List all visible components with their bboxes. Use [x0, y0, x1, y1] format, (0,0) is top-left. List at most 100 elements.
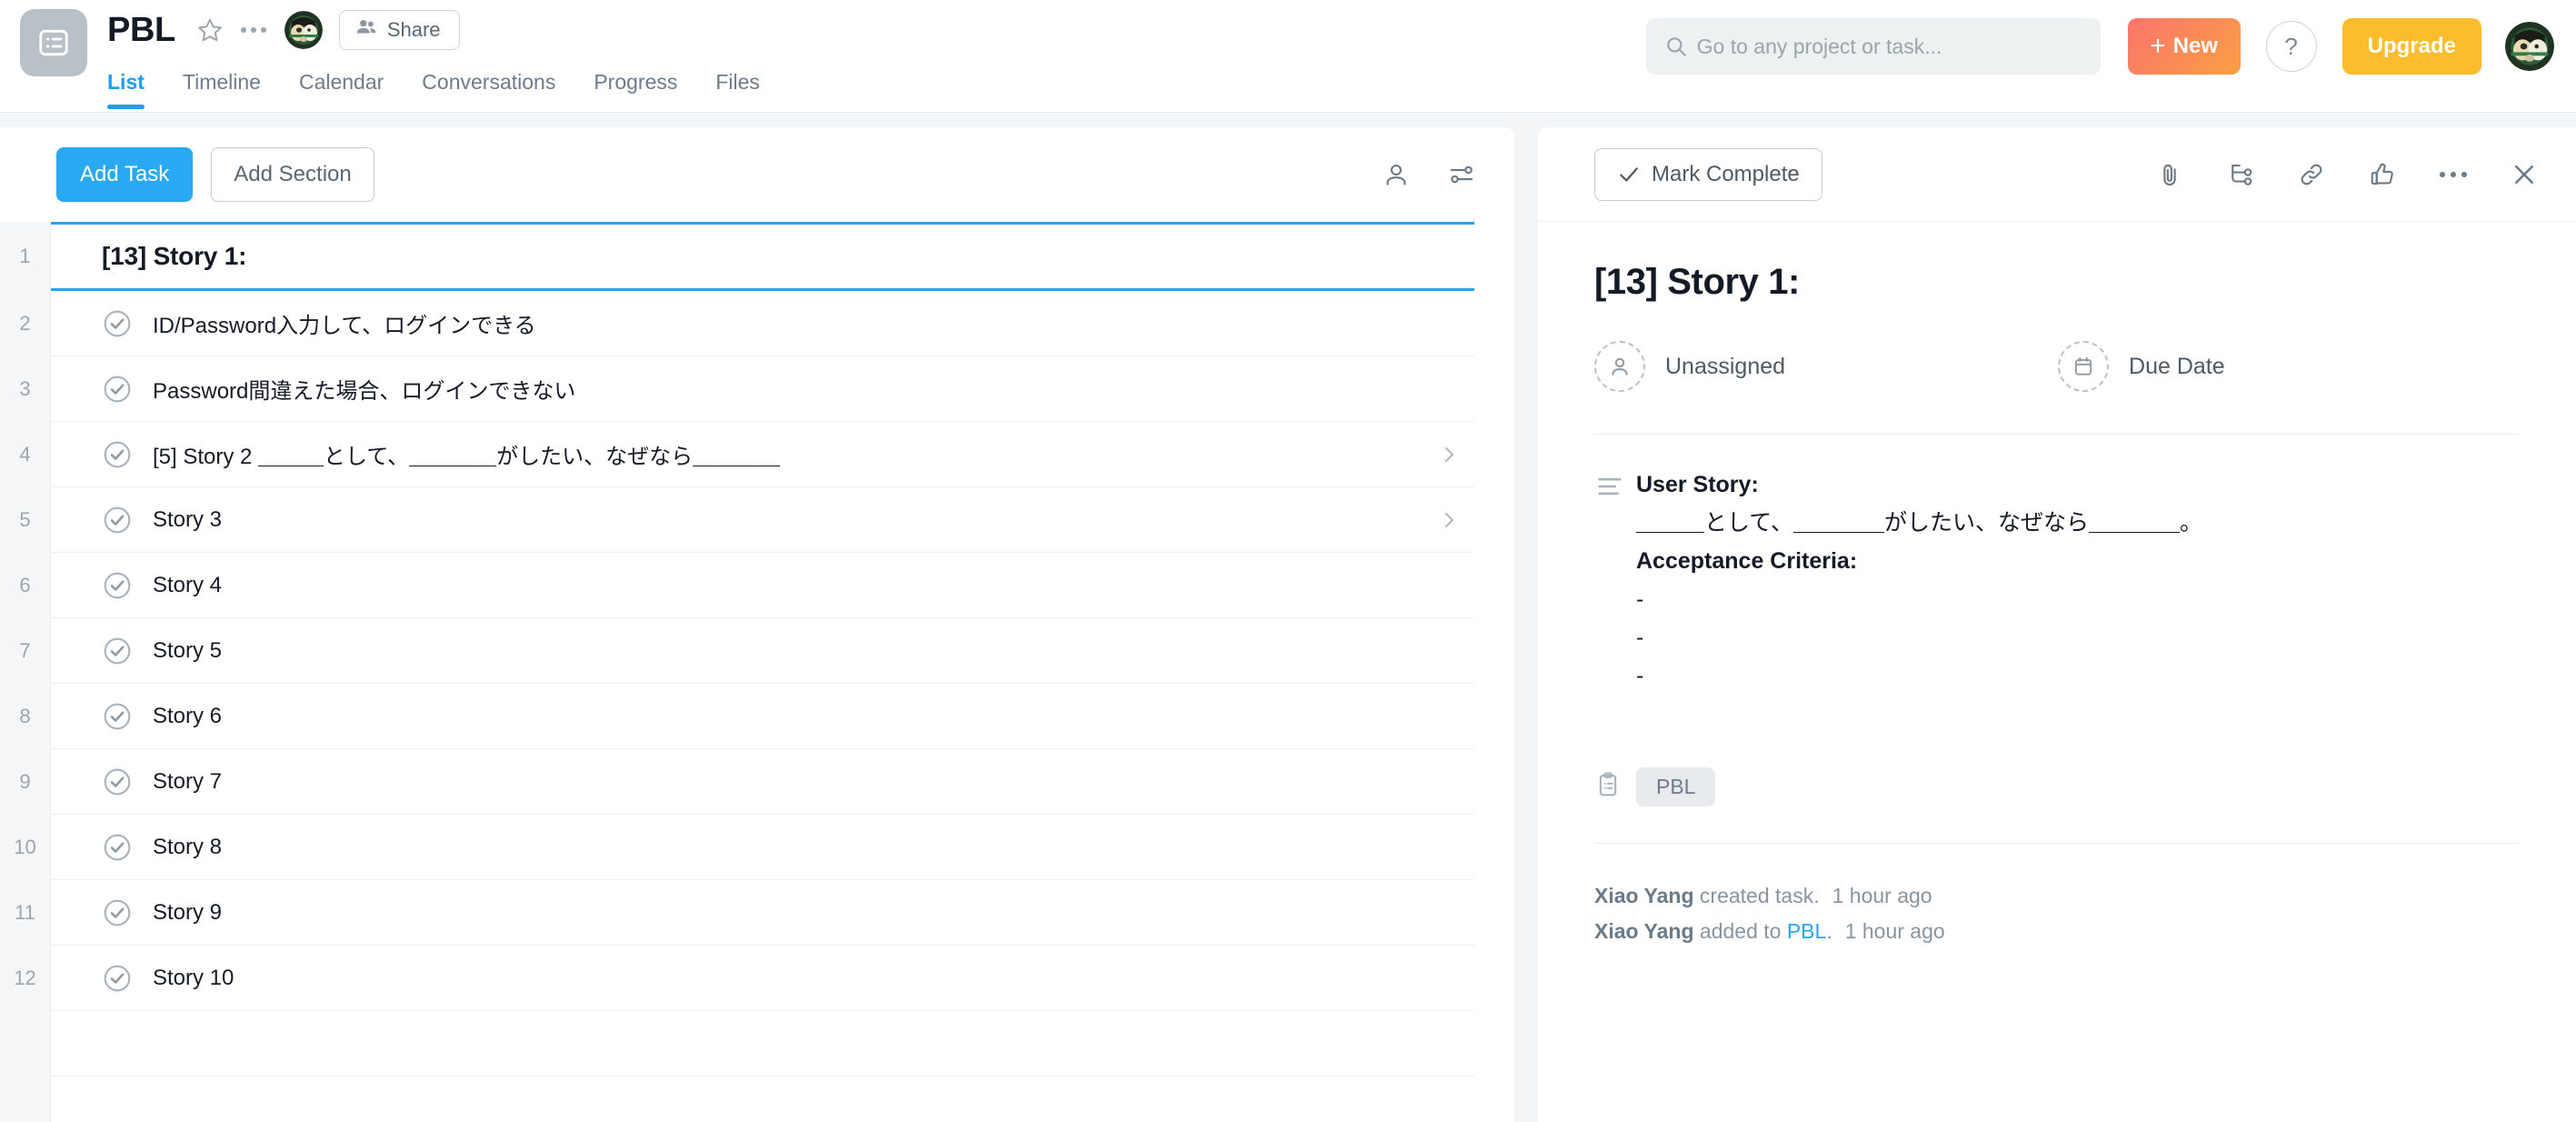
upgrade-button[interactable]: Upgrade — [2341, 18, 2481, 75]
row-number — [0, 1077, 51, 1122]
table-row[interactable]: 6 Story 4 — [0, 553, 1514, 618]
task-name: Story 9 — [153, 899, 223, 925]
search-input[interactable] — [1696, 34, 2101, 59]
row-number: 7 — [0, 618, 51, 684]
ellipsis-icon[interactable] — [235, 12, 272, 48]
activity-tail: . — [1826, 918, 1832, 943]
row-number — [0, 1011, 51, 1077]
detail-body: [13] Story 1: Unassigned Due Date User S… — [1538, 222, 2576, 948]
main-area: Add Task Add Section 1 [13] Story 1: 2 I… — [0, 113, 2576, 1122]
new-button[interactable]: + New — [2127, 18, 2241, 75]
row-number: 10 — [0, 815, 51, 880]
tab-progress[interactable]: Progress — [594, 70, 677, 109]
activity-item: Xiao Yang created task. 1 hour ago — [1594, 878, 2520, 914]
share-button[interactable]: Share — [338, 10, 460, 50]
table-row[interactable]: 3 Password間違えた場合、ログインできない — [0, 356, 1514, 422]
activity-author: Xiao Yang — [1594, 918, 1694, 943]
activity-project-link[interactable]: PBL — [1787, 919, 1826, 943]
check-circle-icon[interactable] — [102, 963, 133, 994]
table-row[interactable]: 2 ID/Password入力して、ログインできる — [0, 291, 1514, 356]
row-number: 4 — [0, 422, 51, 487]
add-task-button[interactable]: Add Task — [56, 147, 194, 202]
project-title-row: PBL Share — [107, 5, 798, 55]
table-row[interactable]: 4 [5] Story 2 ＿＿＿として、＿＿＿＿がしたい、なぜなら＿＿＿＿ — [0, 422, 1514, 487]
header-right: + New ? Upgrade — [1645, 18, 2554, 75]
tab-timeline[interactable]: Timeline — [183, 70, 261, 109]
detail-header-icons — [2151, 155, 2543, 194]
chevron-right-icon[interactable] — [1438, 509, 1460, 531]
criteria-bullet: - — [1636, 625, 1644, 650]
list-toolbar-icons — [1376, 155, 1482, 195]
description-block[interactable]: User Story: ＿＿＿として、＿＿＿＿がしたい、なぜなら＿＿＿＿。 Ac… — [1594, 435, 2520, 713]
project-block: PBL — [1594, 713, 2520, 843]
row-number: 11 — [0, 880, 51, 946]
star-icon[interactable] — [192, 12, 228, 48]
thumbs-up-icon[interactable] — [2363, 155, 2401, 194]
row-number: 1 — [0, 222, 51, 291]
check-circle-icon[interactable] — [102, 897, 133, 928]
row-number: 9 — [0, 749, 51, 815]
task-name: [5] Story 2 ＿＿＿として、＿＿＿＿がしたい、なぜなら＿＿＿＿ — [153, 445, 781, 469]
subtask-icon[interactable] — [2222, 155, 2260, 194]
table-row[interactable]: 5 Story 3 — [0, 487, 1514, 553]
table-row[interactable]: 10 Story 8 — [0, 815, 1514, 880]
tab-calendar[interactable]: Calendar — [299, 70, 384, 109]
task-name: Story 8 — [153, 834, 223, 859]
sliders-icon[interactable] — [1442, 155, 1482, 195]
table-row[interactable]: 11 Story 9 — [0, 880, 1514, 946]
list-toolbar: Add Task Add Section — [0, 127, 1514, 222]
new-button-label: New — [2172, 34, 2219, 58]
task-name: Story 5 — [153, 637, 223, 663]
row-number: 5 — [0, 487, 51, 553]
top-bar: PBL Share List Timeline Calendar Convers… — [0, 0, 2576, 113]
tab-conversations[interactable]: Conversations — [422, 70, 555, 109]
table-row[interactable]: 8 Story 6 — [0, 684, 1514, 749]
user-avatar[interactable] — [2505, 22, 2554, 71]
table-row[interactable]: 9 Story 7 — [0, 749, 1514, 815]
mark-complete-button[interactable]: Mark Complete — [1594, 147, 1822, 201]
global-search[interactable] — [1645, 18, 2101, 75]
table-row-empty[interactable] — [0, 1011, 1514, 1077]
help-button[interactable]: ? — [2265, 21, 2317, 72]
ellipsis-icon[interactable] — [2434, 155, 2472, 194]
project-list-icon[interactable] — [20, 9, 87, 76]
add-section-button[interactable]: Add Section — [211, 147, 374, 202]
criteria-bullet: - — [1636, 586, 1644, 612]
avatar[interactable] — [284, 11, 323, 49]
paperclip-icon[interactable] — [2151, 155, 2189, 194]
link-icon[interactable] — [2292, 155, 2331, 194]
check-circle-icon[interactable] — [102, 570, 133, 601]
activity-item: Xiao Yang added to PBL. 1 hour ago — [1594, 914, 2520, 949]
table-row[interactable]: 1 [13] Story 1: — [0, 222, 1514, 291]
check-circle-icon[interactable] — [102, 374, 133, 405]
close-icon[interactable] — [2505, 155, 2543, 194]
check-circle-icon[interactable] — [102, 701, 133, 732]
due-date-field[interactable]: Due Date — [2058, 341, 2225, 392]
chevron-right-icon[interactable] — [1438, 444, 1460, 466]
tab-files[interactable]: Files — [715, 70, 760, 109]
assignee-field[interactable]: Unassigned — [1594, 341, 1785, 392]
mark-complete-label: Mark Complete — [1652, 161, 1800, 186]
table-row[interactable]: 12 Story 10 — [0, 946, 1514, 1011]
assignee-label: Unassigned — [1665, 353, 1786, 379]
person-icon[interactable] — [1376, 155, 1416, 195]
activity-action: added to — [1693, 918, 1787, 943]
project-pill[interactable]: PBL — [1636, 767, 1716, 806]
table-row[interactable]: 7 Story 5 — [0, 618, 1514, 684]
check-circle-icon[interactable] — [102, 439, 133, 470]
check-circle-icon[interactable] — [102, 766, 133, 797]
task-name: Story 6 — [153, 703, 223, 728]
check-circle-icon[interactable] — [102, 832, 133, 863]
due-date-label: Due Date — [2129, 353, 2225, 379]
row-number: 2 — [0, 291, 51, 356]
table-row-empty[interactable] — [0, 1077, 1514, 1122]
tab-list[interactable]: List — [107, 70, 145, 109]
check-circle-icon[interactable] — [102, 308, 133, 339]
detail-meta-row: Unassigned Due Date — [1594, 341, 2520, 392]
activity-time: 1 hour ago — [1832, 884, 1932, 907]
detail-task-title[interactable]: [13] Story 1: — [1594, 262, 2520, 303]
check-circle-icon[interactable] — [102, 505, 133, 536]
calendar-icon — [2058, 341, 2110, 392]
header-left: PBL Share List Timeline Calendar Convers… — [20, 5, 798, 109]
check-circle-icon[interactable] — [102, 636, 133, 666]
